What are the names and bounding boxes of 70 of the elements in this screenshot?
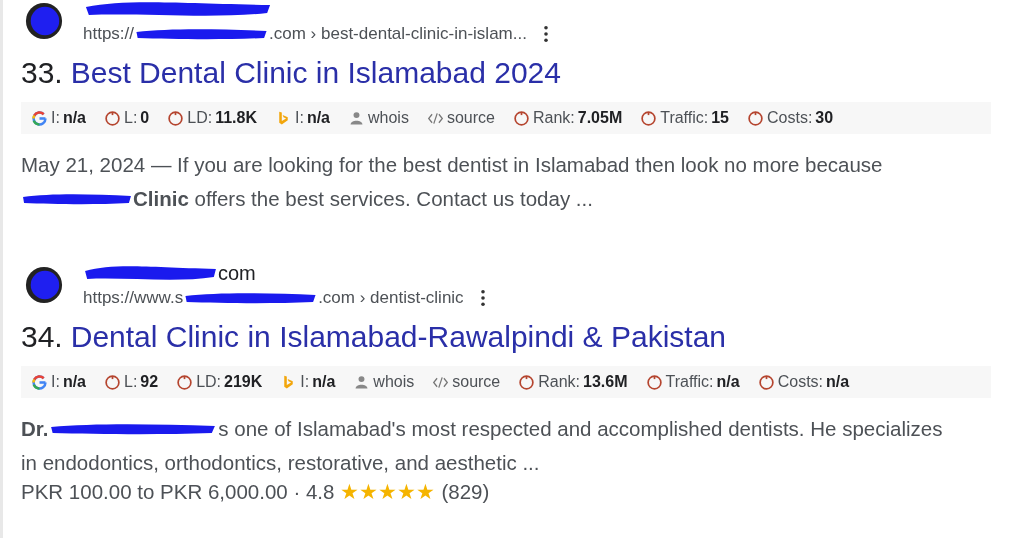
metric-link[interactable]: whois [373, 373, 415, 391]
more-options-icon[interactable] [479, 289, 486, 307]
snippet-text: Dr. [21, 416, 49, 442]
result-title-link[interactable]: Best Dental Clinic in Islamabad 2024 [70, 54, 561, 92]
circle-icon [176, 373, 194, 391]
metric-value: 0 [140, 109, 150, 127]
metric-value: 11.8K [215, 109, 257, 127]
circle-icon [645, 373, 663, 391]
result-title-link[interactable]: Dental Clinic in Islamabad-Rawalpindi & Pakistan [70, 318, 727, 356]
metric-label: I: [295, 109, 304, 127]
star-icon: ★ [359, 480, 379, 504]
metric-label: Traffic: [665, 373, 714, 391]
metric-label: I: [51, 373, 60, 391]
result-url: .com › best-dental-clinic-in-islam... [269, 24, 527, 44]
metric-label: Costs: [777, 373, 823, 391]
star-icon: ★ [378, 480, 398, 504]
metric-value: 30 [815, 109, 834, 127]
metric-label: Traffic: [660, 109, 709, 127]
metric-label: Costs: [767, 109, 813, 127]
snippet-text: Clinic offers the best services. Contact us today ... [133, 186, 593, 212]
result-url: .com › dentist-clinic [318, 288, 464, 308]
metric-value: n/a [62, 109, 86, 127]
metric-label: I: [300, 373, 310, 391]
metric-link[interactable]: source [452, 373, 501, 391]
snippet-text: s one of Islamabad's most respected and accomplished dentists. He specializes [218, 416, 943, 442]
metric-label: LD: [196, 373, 222, 391]
circle-icon [104, 109, 121, 127]
site-favicon-icon[interactable] [25, 2, 63, 40]
metric-label: LD: [187, 109, 213, 127]
circle-icon [757, 373, 775, 391]
metric-value: 13.6M [583, 373, 628, 391]
circle-icon [518, 373, 536, 391]
circle-icon [167, 109, 185, 127]
metric-value: n/a [826, 373, 850, 391]
metric-label: Rank: [538, 373, 581, 391]
more-options-icon[interactable] [542, 25, 549, 43]
site-favicon-icon[interactable] [25, 266, 63, 304]
circle-icon [104, 373, 121, 391]
metric-value: 92 [140, 373, 159, 391]
metric-label: L: [124, 373, 138, 391]
price-range: PKR 100.00 to PKR 6,000.00 · 4.8 [21, 480, 335, 504]
snippet-text: May 21, 2024 — If you are looking for the best dentist in Islamabad then look no more because [21, 152, 883, 178]
person-icon [348, 109, 365, 127]
metric-label: I: [51, 109, 60, 127]
metric-label: L: [124, 109, 138, 127]
circle-icon [640, 109, 658, 127]
result-number: 33. [21, 55, 63, 91]
result-number: 34. [21, 319, 63, 355]
star-icon: ★ [416, 480, 436, 504]
review-count: (829) [441, 480, 490, 504]
metric-value: 15 [711, 109, 729, 127]
snippet-text: in endodontics, orthodontics, restorative, and aesthetic ... [21, 450, 540, 476]
url-prefix: https://www.s [83, 288, 184, 308]
metric-value: 219K [224, 373, 263, 391]
url-prefix: https:// [83, 24, 135, 44]
metric-value: n/a [62, 373, 86, 391]
metric-value: 7.05M [577, 109, 623, 127]
metric-value: n/a [312, 373, 336, 391]
site-name: com [218, 261, 256, 285]
google-icon [31, 109, 48, 127]
star-icon: ★ [397, 480, 417, 504]
metric-value: n/a [306, 109, 330, 127]
google-icon [31, 373, 48, 391]
metric-value: n/a [716, 373, 740, 391]
metric-label: Rank: [532, 109, 575, 127]
circle-icon [747, 109, 764, 127]
circle-icon [512, 109, 530, 127]
metric-link[interactable]: source [446, 109, 495, 127]
star-icon: ★ [340, 480, 360, 504]
metric-link[interactable]: whois [368, 109, 409, 127]
